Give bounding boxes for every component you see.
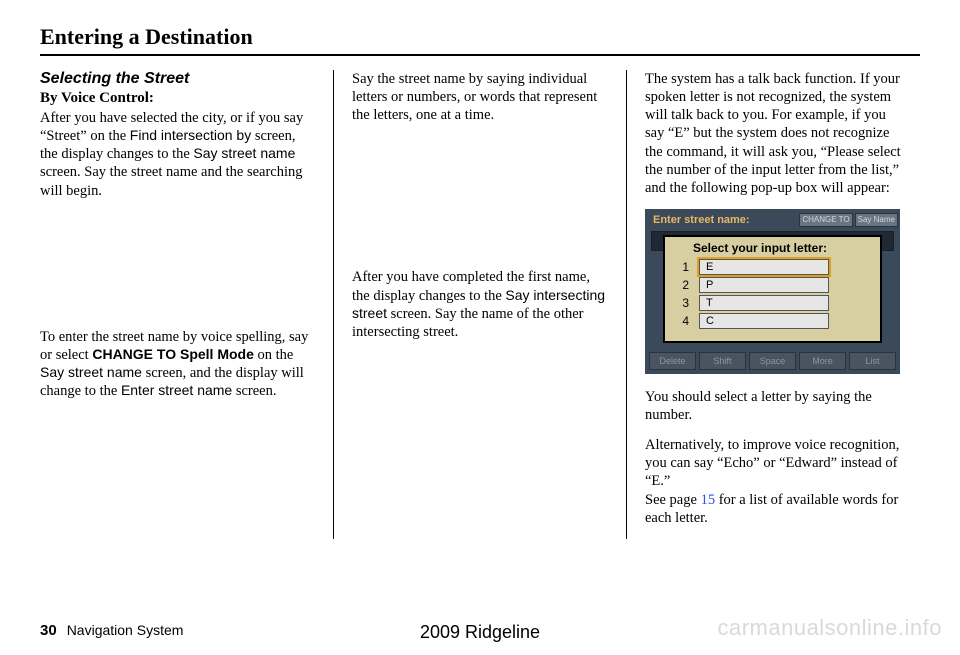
ui-label-find-intersection: Find intersection by bbox=[130, 127, 251, 143]
section-title: Selecting the Street bbox=[40, 70, 315, 88]
watermark: carmanualsonline.info bbox=[717, 615, 942, 641]
col2-paragraph-2: After you have completed the first name,… bbox=[352, 268, 608, 341]
nav-option-letter: P bbox=[699, 277, 829, 293]
col3-paragraph-1: The system has a talk back function. If … bbox=[645, 70, 901, 197]
nav-btn-shift: Shift bbox=[699, 352, 746, 370]
nav-option-letter: E bbox=[699, 259, 829, 275]
nav-top-buttons: CHANGE TO Say Name bbox=[799, 213, 900, 227]
nav-option-number: 2 bbox=[673, 278, 689, 292]
nav-popup-row-3: 3 T bbox=[673, 295, 872, 311]
title-bar: Entering a Destination bbox=[40, 24, 920, 56]
nav-popup-row-2: 2 P bbox=[673, 277, 872, 293]
nav-popup: Select your input letter: 1 E 2 P 3 T 4 bbox=[663, 235, 882, 343]
nav-popup-row-1: 1 E bbox=[673, 259, 872, 275]
nav-top-row: Enter street name: CHANGE TO Say Name bbox=[645, 209, 900, 231]
footer-model-year: 2009 Ridgeline bbox=[420, 622, 540, 643]
nav-option-number: 1 bbox=[673, 260, 689, 274]
col3-paragraph-3: Alternatively, to improve voice recognit… bbox=[645, 436, 901, 527]
subsection-title: By Voice Control: bbox=[40, 90, 315, 107]
column-1: Selecting the Street By Voice Control: A… bbox=[40, 70, 333, 539]
page-link-15[interactable]: 15 bbox=[701, 492, 716, 508]
nav-btn-say-name: Say Name bbox=[855, 213, 898, 227]
footer-label: Navigation System bbox=[67, 622, 184, 638]
nav-screen-title: Enter street name: bbox=[645, 214, 750, 226]
nav-btn-more: More bbox=[799, 352, 846, 370]
nav-screen-illustration: Enter street name: CHANGE TO Say Name Se… bbox=[645, 209, 900, 374]
col3-paragraph-2: You should select a letter by saying the… bbox=[645, 388, 901, 424]
nav-popup-row-4: 4 C bbox=[673, 313, 872, 329]
ui-label-say-street-name: Say street name bbox=[193, 145, 295, 161]
page-title: Entering a Destination bbox=[40, 24, 920, 50]
content-columns: Selecting the Street By Voice Control: A… bbox=[40, 70, 920, 539]
nav-option-number: 3 bbox=[673, 296, 689, 310]
nav-option-letter: T bbox=[699, 295, 829, 311]
col1-paragraph-2: To enter the street name by voice spelli… bbox=[40, 328, 315, 401]
nav-option-letter: C bbox=[699, 313, 829, 329]
nav-option-number: 4 bbox=[673, 314, 689, 328]
col2-paragraph-1: Say the street name by saying individual… bbox=[352, 70, 608, 124]
manual-page: Entering a Destination Selecting the Str… bbox=[0, 0, 960, 655]
ui-label-say-street-name-2: Say street name bbox=[40, 364, 142, 380]
column-3: The system has a talk back function. If … bbox=[626, 70, 919, 539]
nav-btn-change-to: CHANGE TO bbox=[799, 213, 852, 227]
column-2: Say the street name by saying individual… bbox=[333, 70, 626, 539]
nav-popup-title: Select your input letter: bbox=[673, 241, 872, 255]
col1-paragraph-1: After you have selected the city, or if … bbox=[40, 109, 315, 200]
ui-button-change-to-spell: CHANGE TO Spell Mode bbox=[92, 346, 254, 362]
nav-btn-list: List bbox=[849, 352, 896, 370]
nav-bottom-buttons: Delete Shift Space More List bbox=[649, 352, 896, 370]
ui-label-enter-street-name: Enter street name bbox=[121, 382, 232, 398]
page-number: 30 bbox=[40, 622, 57, 639]
image-placeholder-1 bbox=[40, 212, 315, 328]
nav-btn-delete: Delete bbox=[649, 352, 696, 370]
nav-btn-space: Space bbox=[749, 352, 796, 370]
image-placeholder-2 bbox=[352, 136, 608, 268]
